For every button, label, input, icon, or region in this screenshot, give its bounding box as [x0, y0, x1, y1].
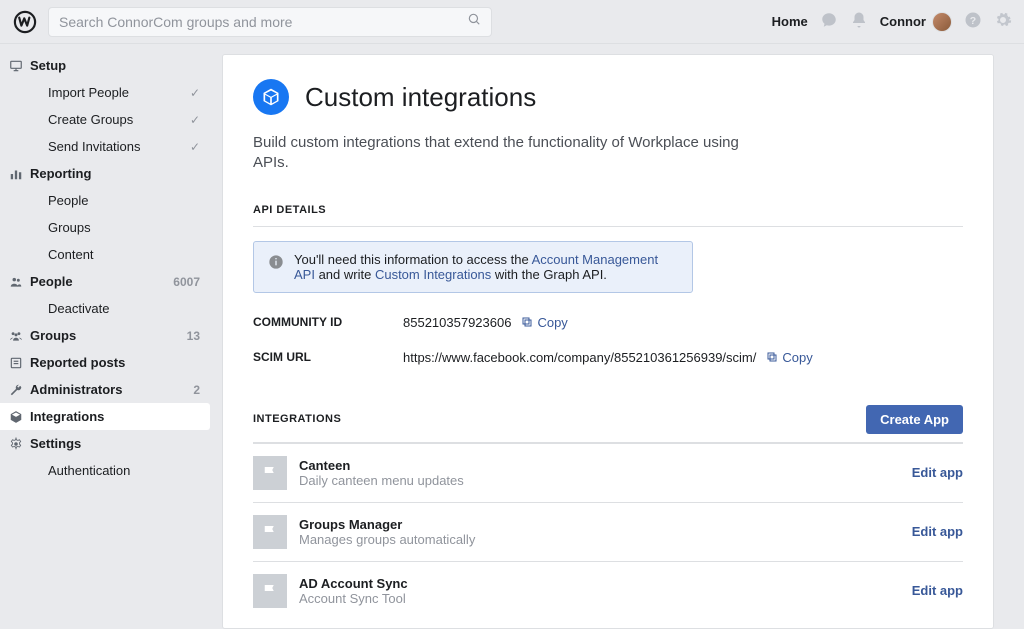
topbar-right: Home Connor ?	[772, 11, 1012, 32]
user-name: Connor	[880, 14, 926, 29]
copy-community-id[interactable]: Copy	[521, 315, 567, 330]
sidebar-label: Setup	[30, 58, 66, 73]
user-menu[interactable]: Connor	[880, 12, 952, 32]
sidebar-reporting-groups[interactable]: Groups	[0, 214, 210, 241]
integrations-list: CanteenDaily canteen menu updates Edit ap…	[253, 443, 963, 620]
sidebar-authentication[interactable]: Authentication	[0, 457, 210, 484]
sidebar-label: Administrators	[30, 382, 122, 397]
sidebar-label: Reporting	[30, 166, 91, 181]
sidebar-reported-posts[interactable]: Reported posts	[0, 349, 210, 376]
integration-row: Groups ManagerManages groups automatical…	[253, 502, 963, 561]
edit-app-link[interactable]: Edit app	[912, 524, 963, 539]
community-id-value: 855210357923606	[403, 315, 511, 330]
avatar	[932, 12, 952, 32]
edit-app-link[interactable]: Edit app	[912, 465, 963, 480]
info-callout: You'll need this information to access t…	[253, 241, 693, 293]
sidebar-label: Reported posts	[30, 355, 125, 370]
sidebar-setup[interactable]: Setup	[0, 52, 210, 79]
flag-icon	[253, 456, 287, 490]
sidebar-label: Groups	[30, 328, 76, 343]
scim-url-row: SCIM URL https://www.facebook.com/compan…	[253, 350, 963, 365]
help-icon[interactable]: ?	[964, 11, 982, 32]
sidebar-reporting-content[interactable]: Content	[0, 241, 210, 268]
wrench-icon	[6, 383, 26, 397]
page-title: Custom integrations	[305, 82, 536, 113]
sidebar-label: People	[30, 274, 73, 289]
workplace-logo[interactable]	[12, 9, 38, 35]
gear-icon[interactable]	[994, 11, 1012, 32]
custom-integrations-link[interactable]: Custom Integrations	[375, 267, 491, 282]
sidebar-send-invitations[interactable]: Send Invitations✓	[0, 133, 210, 160]
edit-app-link[interactable]: Edit app	[912, 583, 963, 598]
create-app-button[interactable]: Create App	[866, 405, 963, 434]
cube-icon	[253, 79, 289, 115]
svg-text:?: ?	[970, 15, 976, 27]
topbar: Home Connor ?	[0, 0, 1024, 44]
check-icon: ✓	[190, 140, 200, 154]
integrations-heading: INTEGRATIONS	[253, 413, 341, 425]
info-icon	[268, 254, 284, 282]
flag-icon	[253, 515, 287, 549]
post-icon	[6, 356, 26, 370]
chart-icon	[6, 167, 26, 181]
bell-icon[interactable]	[850, 11, 868, 32]
sidebar-integrations[interactable]: Integrations	[0, 403, 210, 430]
api-details-heading: API DETAILS	[253, 204, 963, 216]
sidebar-label: Integrations	[30, 409, 104, 424]
community-id-row: COMMUNITY ID 855210357923606 Copy	[253, 315, 963, 330]
community-id-label: COMMUNITY ID	[253, 315, 403, 329]
sidebar-count: 13	[187, 329, 200, 343]
search-box[interactable]	[48, 7, 492, 37]
sidebar-label: Settings	[30, 436, 81, 451]
integration-name: AD Account Sync	[299, 576, 408, 591]
check-icon: ✓	[190, 113, 200, 127]
sidebar-count: 2	[193, 383, 200, 397]
sidebar-groups[interactable]: Groups 13	[0, 322, 210, 349]
integration-name: Groups Manager	[299, 517, 475, 532]
messages-icon[interactable]	[820, 11, 838, 32]
nav-home[interactable]: Home	[772, 14, 808, 29]
sidebar-import-people[interactable]: Import People✓	[0, 79, 210, 106]
gear-icon	[6, 437, 26, 451]
integration-desc: Account Sync Tool	[299, 591, 408, 606]
cube-icon	[6, 410, 26, 424]
sidebar-reporting[interactable]: Reporting	[0, 160, 210, 187]
copy-scim-url[interactable]: Copy	[766, 350, 812, 365]
info-text: You'll need this information to access t…	[294, 252, 678, 282]
main-content: Custom integrations Build custom integra…	[222, 54, 994, 629]
integrations-header: INTEGRATIONS Create App	[253, 405, 963, 434]
sidebar-settings[interactable]: Settings	[0, 430, 210, 457]
flag-icon	[253, 574, 287, 608]
sidebar-count: 6007	[173, 275, 200, 289]
sidebar-create-groups[interactable]: Create Groups✓	[0, 106, 210, 133]
search-input[interactable]	[59, 14, 467, 30]
integration-row: CanteenDaily canteen menu updates Edit ap…	[253, 443, 963, 502]
integration-name: Canteen	[299, 458, 464, 473]
integration-desc: Daily canteen menu updates	[299, 473, 464, 488]
page-description: Build custom integrations that extend th…	[253, 133, 773, 174]
check-icon: ✓	[190, 86, 200, 100]
integration-row: AD Account SyncAccount Sync Tool Edit app	[253, 561, 963, 620]
sidebar-administrators[interactable]: Administrators 2	[0, 376, 210, 403]
scim-url-label: SCIM URL	[253, 350, 403, 364]
groups-icon	[6, 329, 26, 343]
sidebar-people[interactable]: People 6007	[0, 268, 210, 295]
people-icon	[6, 275, 26, 289]
monitor-icon	[6, 59, 26, 73]
page-header: Custom integrations	[253, 79, 963, 115]
sidebar-deactivate[interactable]: Deactivate	[0, 295, 210, 322]
scim-url-value: https://www.facebook.com/company/8552103…	[403, 350, 756, 365]
integration-desc: Manages groups automatically	[299, 532, 475, 547]
sidebar-reporting-people[interactable]: People	[0, 187, 210, 214]
divider	[253, 226, 963, 227]
search-icon	[467, 12, 481, 31]
sidebar: Setup Import People✓ Create Groups✓ Send…	[0, 44, 218, 629]
